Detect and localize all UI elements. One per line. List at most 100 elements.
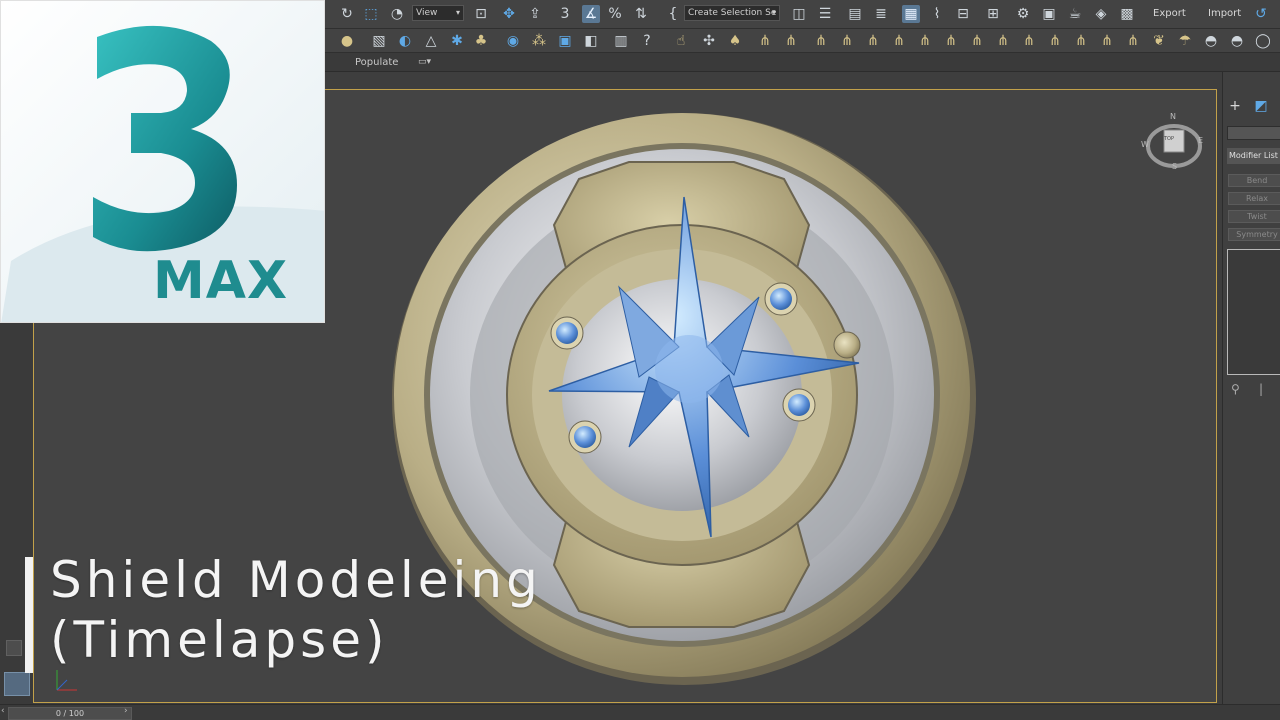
redo-icon[interactable]: ↻ <box>338 5 356 23</box>
time-slider[interactable]: 0 / 100 <box>8 707 132 720</box>
help-icon[interactable]: ? <box>638 32 656 50</box>
grass-icon-6[interactable]: ⋔ <box>890 32 908 50</box>
grass-icon-7[interactable]: ⋔ <box>916 32 934 50</box>
render-teapot-icon[interactable]: ☕ <box>1066 5 1084 23</box>
modifier-stack[interactable] <box>1227 249 1280 375</box>
plant-icon[interactable]: ♣ <box>472 32 490 50</box>
render-icon[interactable]: ◧ <box>582 32 600 50</box>
spinner-snap-icon[interactable]: ⇅ <box>632 5 650 23</box>
selection-set-dropdown[interactable]: Create Selection Se ▾ <box>684 5 780 21</box>
video-title: Shield Modeleing (Timelapse) <box>50 550 542 670</box>
grass-icon-3[interactable]: ⋔ <box>812 32 830 50</box>
grass-icon-9[interactable]: ⋔ <box>968 32 986 50</box>
camera-icon[interactable]: ▣ <box>556 32 574 50</box>
grass-icon-8[interactable]: ⋔ <box>942 32 960 50</box>
object-name-field[interactable] <box>1227 126 1280 140</box>
create-tab-icon[interactable]: + <box>1227 98 1243 114</box>
next-frame-icon[interactable]: › <box>124 706 128 716</box>
video-title-line2: (Timelapse) <box>50 611 389 669</box>
import-button[interactable]: Import <box>1208 8 1241 19</box>
compass-south: S <box>1172 162 1178 171</box>
selection-set-value: Create Selection Se <box>688 8 777 18</box>
select-object-icon[interactable]: ◔ <box>388 5 406 23</box>
layers-icon[interactable]: ≣ <box>872 5 890 23</box>
globe-icon[interactable]: ◉ <box>504 32 522 50</box>
palette-icon[interactable]: ⁂ <box>530 32 548 50</box>
title-accent-bar <box>25 557 33 673</box>
helper-icon[interactable]: ✱ <box>448 32 466 50</box>
app-window: ↻ ⬚ ◔ View ▾ ⊡ ✥ ⇪ 3 ∡ % ⇅ { Create Selec… <box>0 0 1280 720</box>
shape-icon[interactable]: ◐ <box>396 32 414 50</box>
grid-icon[interactable]: ▩ <box>1118 5 1136 23</box>
sphere-outline-icon[interactable]: ◯ <box>1254 32 1272 50</box>
snap-3d-icon[interactable]: 3 <box>556 5 574 23</box>
move-icon[interactable]: ✥ <box>500 5 518 23</box>
pivot-icon[interactable]: ⊡ <box>472 5 490 23</box>
twist-modifier-button[interactable]: Twist <box>1228 210 1280 223</box>
viewcube[interactable]: TOP N E S W <box>1141 112 1204 174</box>
pin-stack-icon[interactable]: ⚲ <box>1231 382 1240 396</box>
3ds-max-logo: MAX <box>0 0 325 323</box>
show-end-result-icon[interactable]: | <box>1259 382 1263 396</box>
video-title-line1: Shield Modeleing <box>50 551 542 609</box>
command-panel: + ◩ Modifier List Bend Relax Twist Symme… <box>1222 72 1280 704</box>
grass-icon-5[interactable]: ⋔ <box>864 32 882 50</box>
render-frame-icon[interactable]: ▣ <box>1040 5 1058 23</box>
mesh-icon[interactable]: ▧ <box>370 32 388 50</box>
export-button[interactable]: Export <box>1153 8 1186 19</box>
viewcube-face-label: TOP <box>1164 136 1175 142</box>
select-region-icon[interactable]: ⬚ <box>362 5 380 23</box>
grass-icon-14[interactable]: ⋔ <box>1098 32 1116 50</box>
compass-north: N <box>1170 112 1176 121</box>
ribbon-toggle-icon[interactable]: ▦ <box>902 5 920 23</box>
percent-snap-icon[interactable]: % <box>606 5 624 23</box>
render-active-icon[interactable]: ◈ <box>1092 5 1110 23</box>
grass-icon-15[interactable]: ⋔ <box>1124 32 1142 50</box>
render-setup-icon[interactable]: ⚙ <box>1014 5 1032 23</box>
bend-modifier-button[interactable]: Bend <box>1228 174 1280 187</box>
grass-icon-1[interactable]: ⋔ <box>756 32 774 50</box>
modify-tab-icon[interactable]: ◩ <box>1253 98 1269 114</box>
grass-icon-12[interactable]: ⋔ <box>1046 32 1064 50</box>
compass-east: E <box>1198 136 1204 145</box>
logo-product-name: MAX <box>153 251 289 311</box>
grass-icon-2[interactable]: ⋔ <box>782 32 800 50</box>
lamp-icon[interactable]: ◓ <box>1202 32 1220 50</box>
curve-editor-icon[interactable]: ⌇ <box>928 5 946 23</box>
reference-coordinate-value: View <box>416 8 438 18</box>
reference-coordinate-dropdown[interactable]: View ▾ <box>412 5 464 21</box>
scatter-icon[interactable]: ✣ <box>700 32 718 50</box>
layer-explorer-icon[interactable]: ▤ <box>846 5 864 23</box>
lamp-icon-2[interactable]: ◓ <box>1228 32 1246 50</box>
align-icon[interactable]: ⇪ <box>526 5 544 23</box>
sphere-icon[interactable]: ● <box>338 32 356 50</box>
sync-icon[interactable]: ↺ <box>1252 5 1270 23</box>
named-selection-icon[interactable]: { <box>664 5 682 23</box>
bush-icon[interactable]: ❦ <box>1150 32 1168 50</box>
material-editor-icon[interactable]: ⊞ <box>984 5 1002 23</box>
triangle-icon[interactable]: △ <box>422 32 440 50</box>
hair-icon[interactable]: ♠ <box>726 32 744 50</box>
chevron-down-icon: ▾ <box>771 8 776 17</box>
symmetry-modifier-button[interactable]: Symmetry <box>1228 228 1280 241</box>
grass-icon-4[interactable]: ⋔ <box>838 32 856 50</box>
hand-icon[interactable]: ☝ <box>672 32 690 50</box>
add-layout-button[interactable] <box>6 640 22 656</box>
align-tool-icon[interactable]: ☰ <box>816 5 834 23</box>
populate-tab[interactable]: Populate <box>355 57 398 68</box>
grass-icon-11[interactable]: ⋔ <box>1020 32 1038 50</box>
angle-snap-icon[interactable]: ∡ <box>582 5 600 23</box>
schematic-view-icon[interactable]: ⊟ <box>954 5 972 23</box>
mirror-icon[interactable]: ◫ <box>790 5 808 23</box>
ribbon-options-icon[interactable]: ▭▾ <box>418 57 431 67</box>
time-slider-bar: ‹ 0 / 100 › <box>0 704 1280 720</box>
grass-icon-10[interactable]: ⋔ <box>994 32 1012 50</box>
mushroom-icon[interactable]: ☂ <box>1176 32 1194 50</box>
relax-modifier-button[interactable]: Relax <box>1228 192 1280 205</box>
modifier-list-dropdown[interactable]: Modifier List <box>1227 148 1280 164</box>
paste-icon[interactable]: ▥ <box>612 32 630 50</box>
compass-west: W <box>1141 140 1149 149</box>
layout-thumbnail[interactable] <box>4 672 30 696</box>
prev-frame-icon[interactable]: ‹ <box>1 706 5 716</box>
grass-icon-13[interactable]: ⋔ <box>1072 32 1090 50</box>
